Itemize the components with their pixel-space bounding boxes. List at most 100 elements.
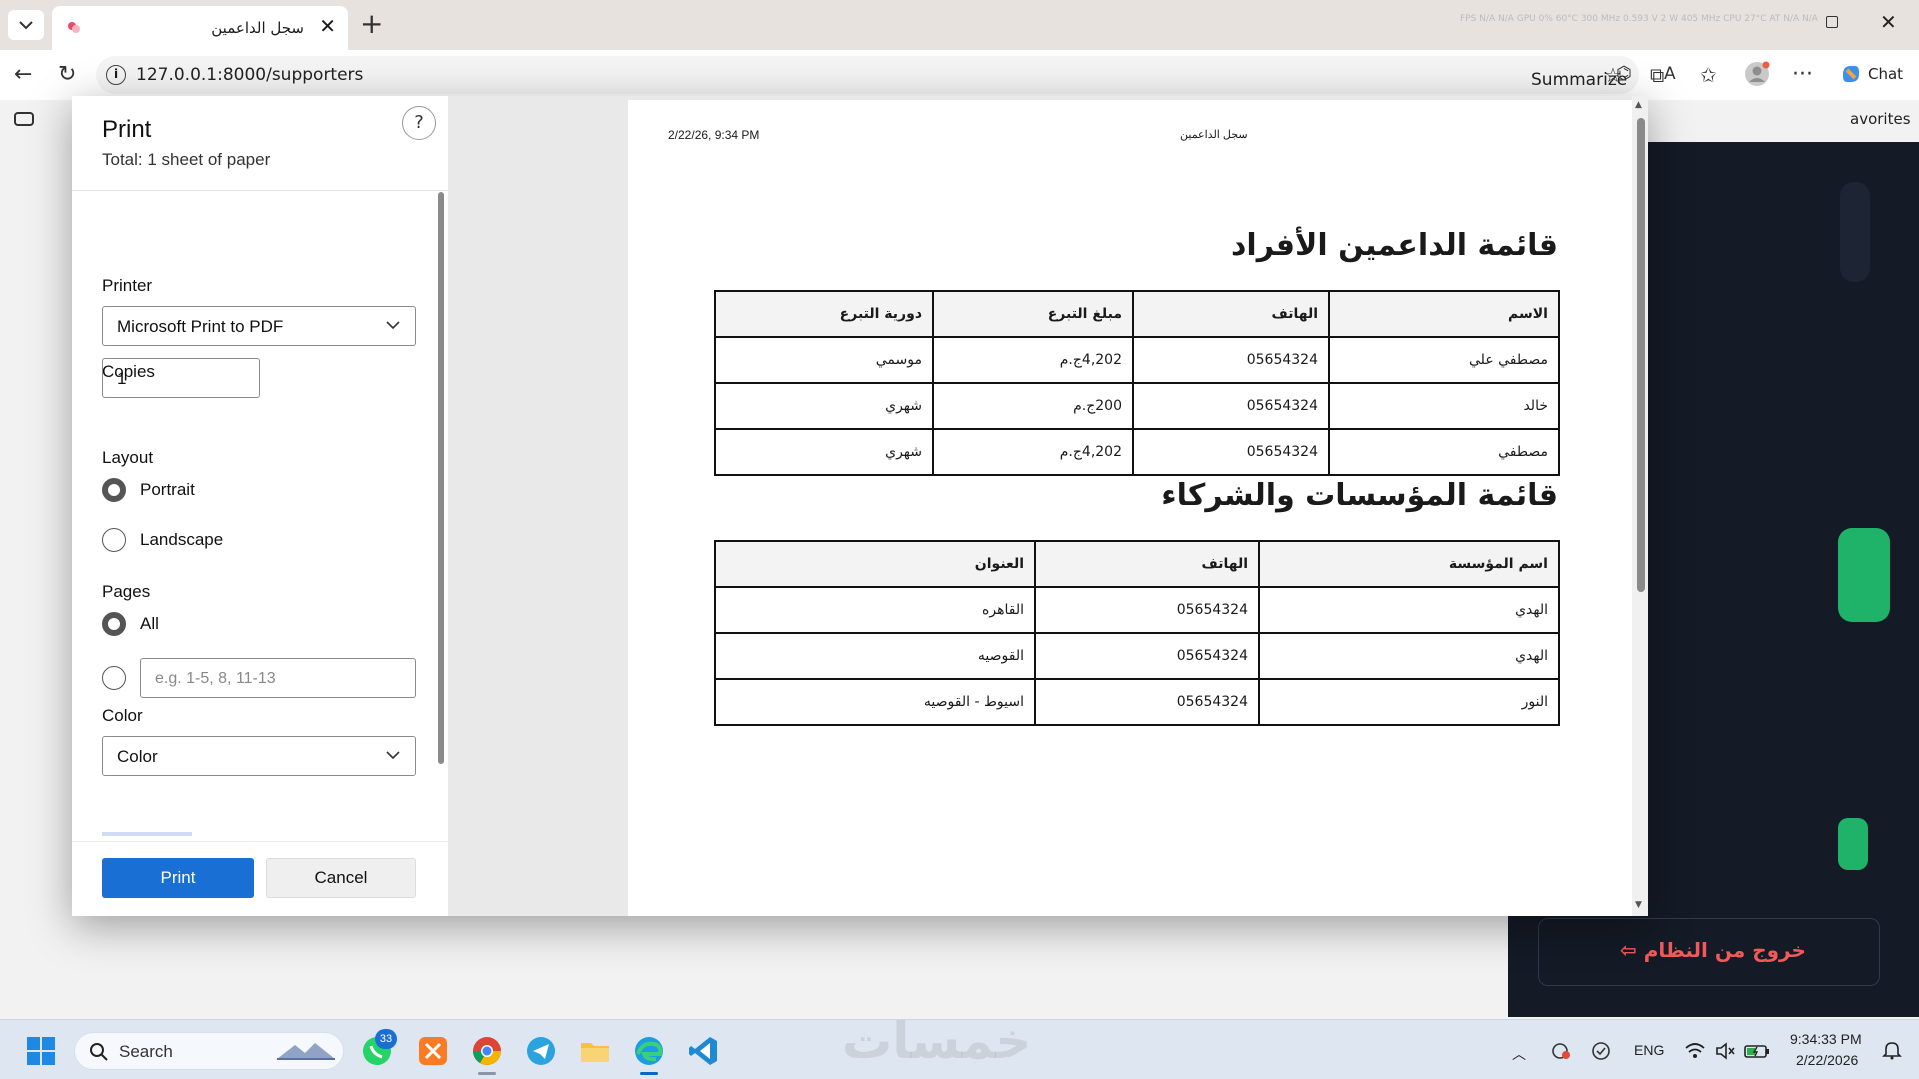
file-explorer-icon[interactable] — [578, 1034, 612, 1068]
browser-tab[interactable]: سجل الداعمين ✕ — [52, 6, 348, 50]
wifi-icon[interactable] — [1684, 1040, 1706, 1062]
individuals-heading: قائمة الداعمين الأفراد — [1231, 228, 1558, 263]
tab-list-button[interactable] — [8, 10, 44, 40]
refresh-icon[interactable]: ↻ — [58, 63, 76, 87]
pages-custom-input[interactable]: e.g. 1-5, 8, 11-13 — [140, 658, 416, 698]
favorites-icon[interactable]: ✩ — [1700, 63, 1717, 87]
sidebar-green-item[interactable] — [1838, 818, 1868, 870]
table-header-row: الاسم الهاتف مبلغ التبرع دورية التبرع — [714, 290, 1560, 338]
table-row: الهدي 05654324 القاهره — [714, 586, 1560, 634]
reading-view-icon[interactable] — [14, 112, 34, 126]
print-settings-panel: Print Total: 1 sheet of paper ? Printer … — [72, 96, 448, 916]
institutions-heading: قائمة المؤسسات والشركاء — [1161, 478, 1558, 513]
new-tab-icon[interactable]: + — [360, 10, 383, 38]
table-row: النور 05654324 اسيوط - القوصيه — [714, 678, 1560, 726]
window-close-icon[interactable]: ✕ — [1880, 12, 1897, 32]
pages-all-label[interactable]: All — [140, 614, 159, 634]
table-cell: 4,202ج.م — [932, 336, 1134, 384]
xampp-icon[interactable] — [416, 1034, 450, 1068]
column-header: دورية التبرع — [714, 290, 934, 338]
layout-portrait-label[interactable]: Portrait — [140, 480, 195, 500]
more-menu-icon[interactable]: ··· — [1792, 63, 1813, 87]
chevron-down-icon — [19, 21, 33, 30]
notification-bell-icon[interactable] — [1882, 1040, 1902, 1060]
table-row: الهدي 05654324 القوصيه — [714, 632, 1560, 680]
sidebar-active-item[interactable] — [1838, 528, 1890, 622]
help-button[interactable]: ? — [402, 106, 436, 140]
window-restore-icon[interactable] — [1826, 16, 1838, 28]
pages-custom-placeholder: e.g. 1-5, 8, 11-13 — [155, 670, 276, 687]
table-cell: موسمي — [714, 336, 934, 384]
pages-all-radio[interactable] — [102, 612, 126, 636]
table-cell: القاهره — [714, 586, 1036, 634]
browser-nav-bar: ← ↻ i 127.0.0.1:8000/supporters Summariz… — [0, 50, 1919, 100]
table-cell: شهري — [714, 382, 934, 430]
edge-active-indicator — [640, 1072, 658, 1075]
profile-avatar[interactable] — [1744, 61, 1770, 93]
system-overlay-info: FPS N/A N/A GPU 0% 60°C 300 MHz 0.593 V … — [1460, 14, 1818, 24]
address-url[interactable]: 127.0.0.1:8000/supporters — [136, 65, 363, 85]
browser-tab-bar: سجل الداعمين ✕ + FPS N/A N/A GPU 0% 60°C… — [0, 0, 1919, 50]
language-indicator[interactable]: ENG — [1634, 1042, 1664, 1058]
color-value: Color — [117, 747, 158, 766]
color-select[interactable]: Color — [102, 736, 416, 776]
tab-title: سجل الداعمين — [211, 19, 304, 37]
preview-scrollbar-thumb[interactable] — [1637, 118, 1645, 592]
clock-date[interactable]: 2/22/2026 — [1796, 1052, 1858, 1068]
table-cell: 05654324 — [1132, 336, 1330, 384]
table-row: خالد 05654324 200ج.م شهري — [714, 382, 1560, 430]
layout-landscape-label[interactable]: Landscape — [140, 530, 223, 550]
site-info-icon[interactable]: i — [106, 65, 126, 85]
favorite-star-icon[interactable]: ☆ — [1604, 63, 1622, 87]
clock-time[interactable]: 9:34:33 PM — [1790, 1031, 1862, 1047]
panel-scrollbar[interactable] — [438, 192, 444, 764]
pages-label: Pages — [102, 582, 151, 601]
more-settings-link[interactable] — [102, 832, 192, 836]
pages-custom-radio[interactable] — [102, 666, 126, 690]
panel-divider — [72, 190, 448, 191]
column-header: الاسم — [1328, 290, 1560, 338]
table-cell: مصطفي — [1328, 428, 1560, 476]
favorites-bar-label[interactable]: avorites — [1850, 110, 1911, 128]
edge-icon[interactable] — [632, 1034, 666, 1068]
back-icon[interactable]: ← — [14, 63, 32, 87]
network-status-icon[interactable] — [1550, 1040, 1572, 1062]
print-preview-page: 2/22/26, 9:34 PM سجل الداعمين قائمة الدا… — [628, 100, 1646, 916]
tab-close-icon[interactable]: ✕ — [319, 16, 336, 36]
table-row: مصطفي علي 05654324 4,202ج.م موسمي — [714, 336, 1560, 384]
vscode-icon[interactable] — [686, 1034, 720, 1068]
table-cell: 200ج.م — [932, 382, 1134, 430]
chat-label[interactable]: Chat — [1868, 65, 1903, 83]
address-bar[interactable]: i 127.0.0.1:8000/supporters Summarize ⌬ … — [96, 56, 1676, 94]
windows-start-icon[interactable] — [26, 1036, 56, 1066]
logout-label[interactable]: خروج من النظام ⇦ — [1620, 938, 1806, 962]
table-cell: 05654324 — [1132, 428, 1330, 476]
printer-select[interactable]: Microsoft Print to PDF — [102, 306, 416, 346]
table-cell: الهدي — [1258, 586, 1560, 634]
chrome-icon[interactable] — [470, 1034, 504, 1068]
search-highlight-icon — [277, 1043, 335, 1060]
battery-charging-icon[interactable] — [1744, 1040, 1770, 1062]
table-header-row: اسم المؤسسة الهاتف العنوان — [714, 540, 1560, 588]
scroll-up-icon[interactable]: ▲ — [1635, 100, 1642, 110]
print-total: Total: 1 sheet of paper — [102, 150, 271, 169]
table-cell: 4,202ج.م — [932, 428, 1134, 476]
tray-overflow-icon[interactable]: ︿ — [1512, 1044, 1526, 1064]
copies-input[interactable]: 1 — [102, 358, 260, 398]
layout-portrait-radio[interactable] — [102, 478, 126, 502]
print-button[interactable]: Print — [102, 858, 254, 898]
extensions-icon[interactable]: ⧉ — [1650, 63, 1664, 87]
volume-muted-icon[interactable] — [1714, 1040, 1736, 1062]
table-cell: القوصيه — [714, 632, 1036, 680]
vpn-icon[interactable] — [1590, 1040, 1612, 1062]
cancel-button[interactable]: Cancel — [266, 858, 416, 898]
scroll-down-icon[interactable]: ▼ — [1635, 900, 1642, 910]
telegram-icon[interactable] — [524, 1034, 558, 1068]
read-aloud-icon[interactable]: A — [1664, 62, 1676, 86]
table-cell: 05654324 — [1034, 586, 1260, 634]
chevron-down-icon — [386, 751, 400, 760]
column-header: العنوان — [714, 540, 1036, 588]
table-cell: خالد — [1328, 382, 1560, 430]
taskbar-search-box[interactable]: Search — [74, 1032, 344, 1070]
layout-landscape-radio[interactable] — [102, 528, 126, 552]
